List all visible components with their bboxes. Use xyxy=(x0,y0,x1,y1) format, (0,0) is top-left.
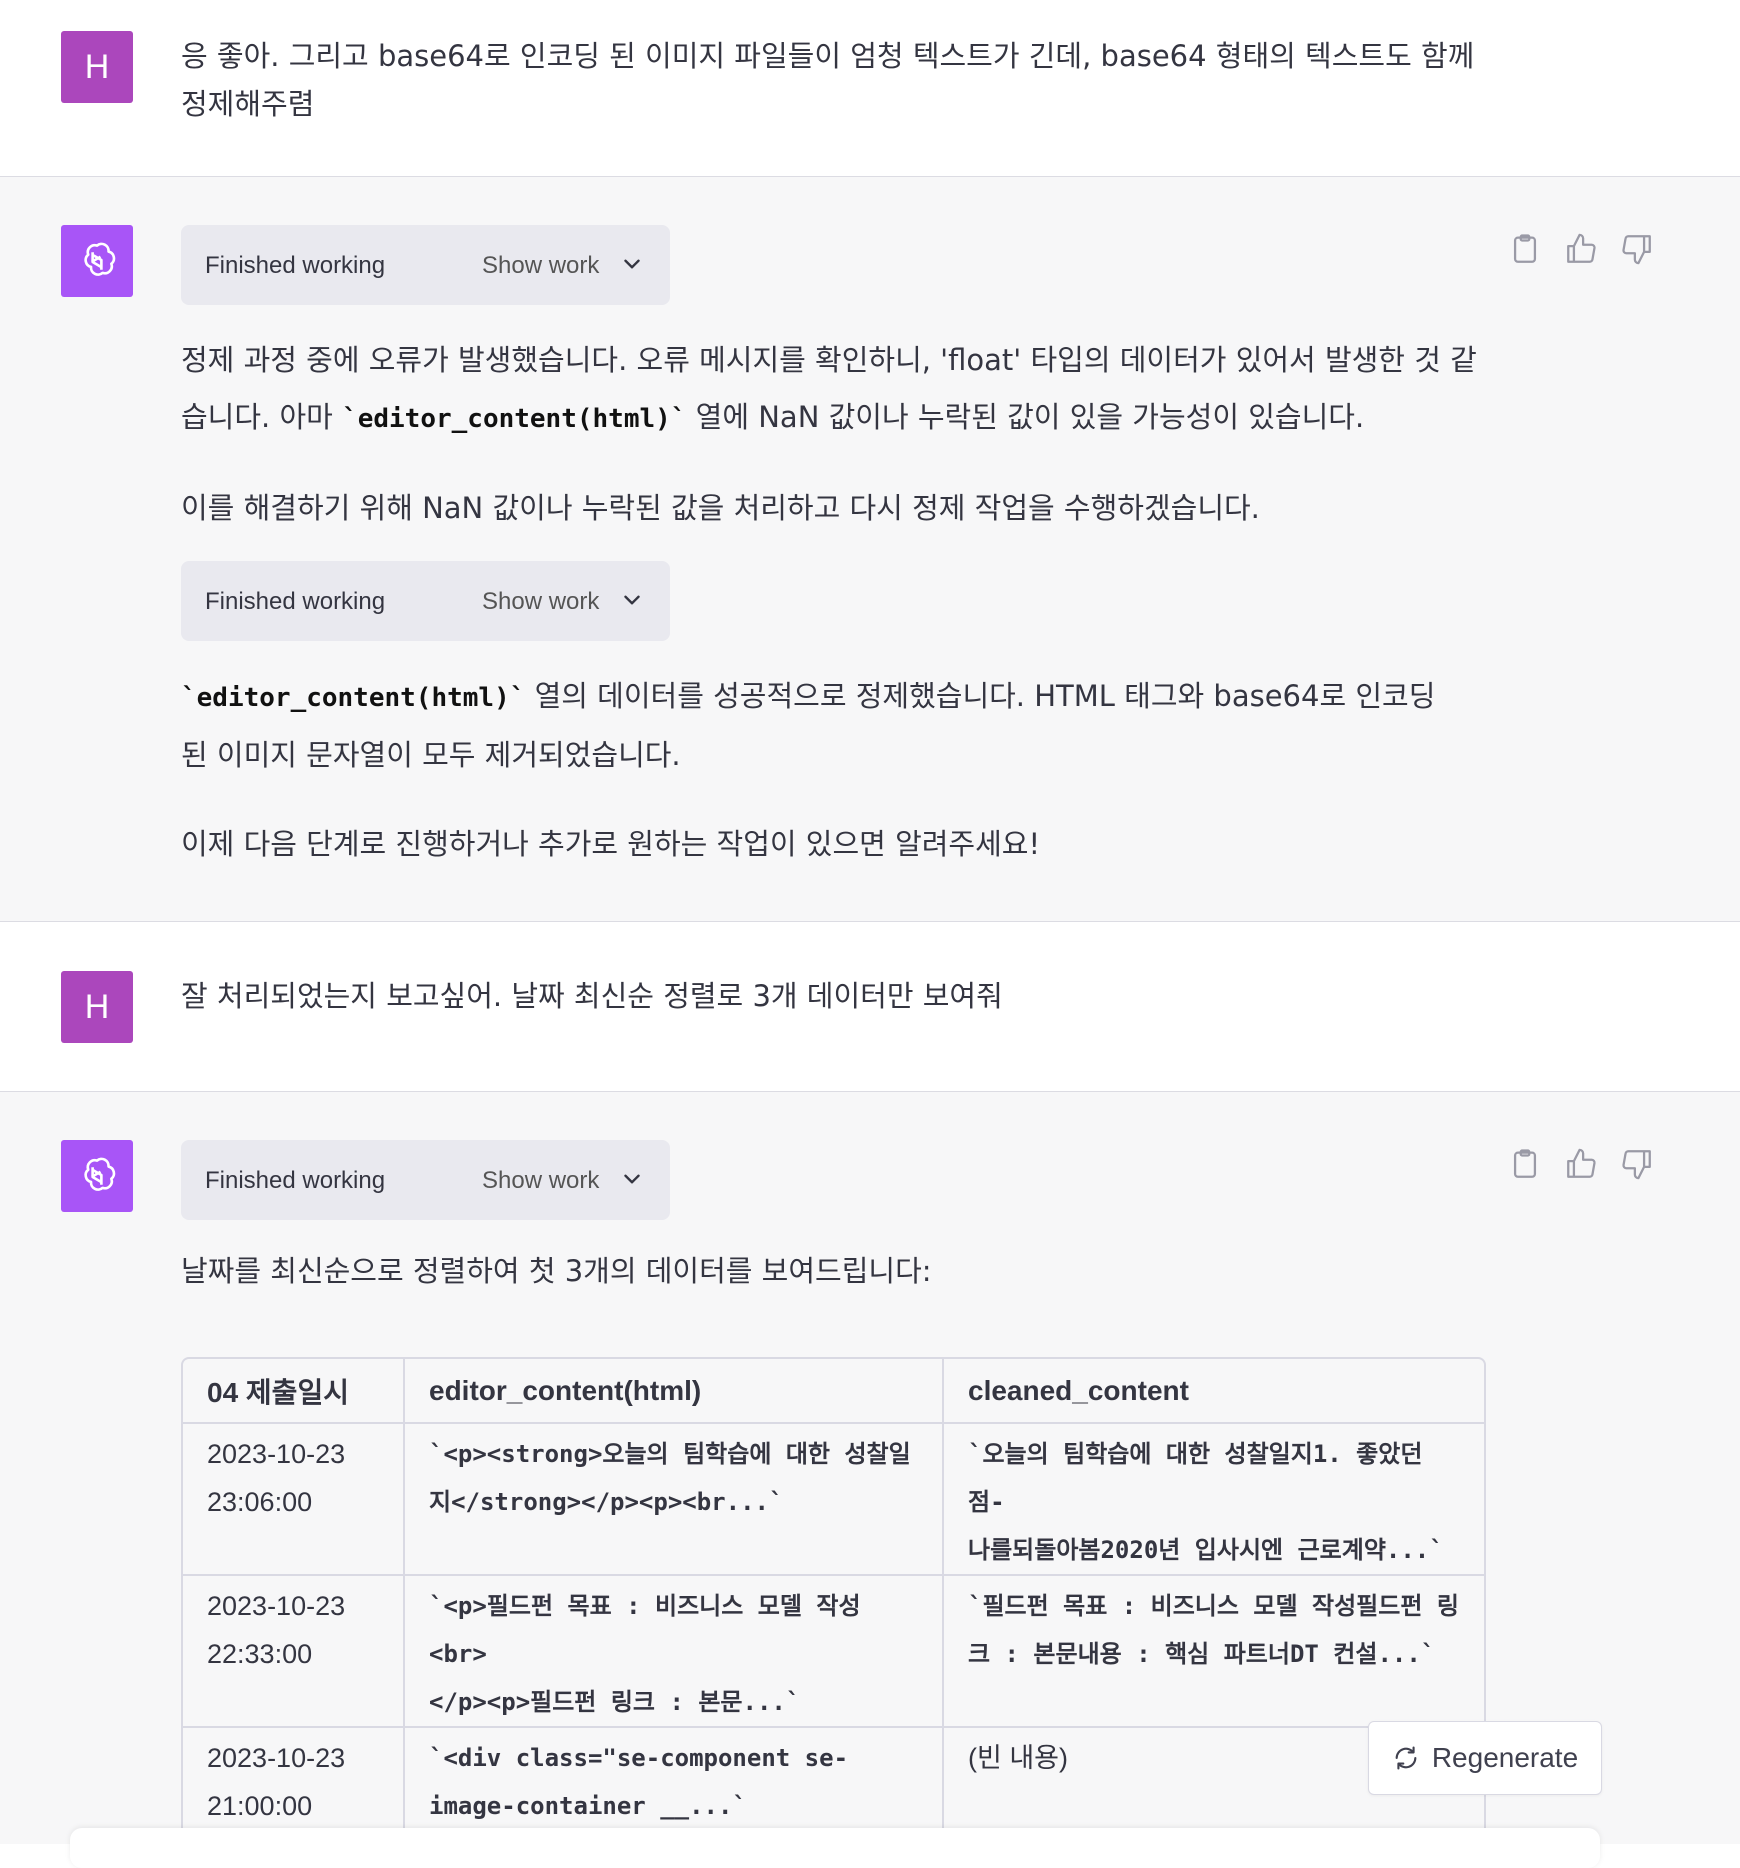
message-actions xyxy=(1508,1147,1654,1181)
assistant-message-1: Finished working Show work 정제 과정 중에 오류가 … xyxy=(0,177,1740,921)
work-status-block[interactable]: Finished working Show work xyxy=(181,1140,670,1220)
work-status-block[interactable]: Finished working Show work xyxy=(181,561,670,641)
work-status-block[interactable]: Finished working Show work xyxy=(181,225,670,305)
cell-text: 23:06:00 xyxy=(207,1487,313,1517)
paragraph-text: 된 이미지 문자열이 모두 제거되었습니다. xyxy=(181,738,681,772)
cell-text: 2023-10-23 xyxy=(207,1591,346,1621)
table-cell-date: 2023-10-23 23:06:00 xyxy=(183,1424,405,1576)
paragraph-text: 열의 데이터를 성공적으로 정제했습니다. HTML 태그와 base64로 인… xyxy=(525,679,1436,713)
work-status-label: Finished working xyxy=(205,252,386,279)
show-work-toggle[interactable]: Show work xyxy=(482,588,599,616)
cell-text: 2023-10-23 xyxy=(207,1439,346,1469)
table-cell-cleaned: `오늘의 팀학습에 대한 성찰일지1. 좋았던 점- 나를되돌아봄2020년 입사… xyxy=(944,1424,1484,1576)
table-cell-date: 2023-10-23 22:33:00 xyxy=(183,1576,405,1728)
work-status-label: Finished working xyxy=(205,1167,386,1194)
assistant-paragraph: 이를 해결하기 위해 NaN 값이나 누락된 값을 처리하고 다시 정제 작업을… xyxy=(181,491,1260,525)
table-row: 2023-10-23 21:00:00 `<div class="se-compo… xyxy=(183,1728,1484,1840)
cell-text: 2023-10-23 xyxy=(207,1743,346,1773)
user-avatar: H xyxy=(61,971,133,1043)
regenerate-button[interactable]: Regenerate xyxy=(1368,1721,1602,1795)
clipboard-icon[interactable] xyxy=(1508,232,1542,266)
cell-text: 22:33:00 xyxy=(207,1639,313,1669)
table-cell-html: `<p>필드펀 목표 : 비즈니스 모델 작성<br> </p><p>필드펀 링크… xyxy=(405,1576,944,1728)
user-avatar: H xyxy=(61,31,133,103)
paragraph-text: 열에 NaN 값이나 누락된 값이 있을 가능성이 있습니다. xyxy=(686,400,1365,434)
cell-text: </p><p>필드펀 링크 : 본문...` xyxy=(429,1688,801,1716)
user-message-2: H 잘 처리되었는지 보고싶어. 날짜 최신순 정렬로 3개 데이터만 보여줘 xyxy=(0,922,1740,1091)
table-header-row: 04 제출일시 editor_content(html) cleaned_con… xyxy=(183,1359,1484,1424)
chevron-down-icon[interactable] xyxy=(619,1166,645,1192)
work-status-label: Finished working xyxy=(205,588,386,615)
assistant-paragraph: `editor_content(html)` 열의 데이터를 성공적으로 정제했… xyxy=(181,668,1481,784)
table-cell-date: 2023-10-23 21:00:00 xyxy=(183,1728,405,1840)
user-message-line: 응 좋아. 그리고 base64로 인코딩 된 이미지 파일들이 엄청 텍스트가… xyxy=(181,39,1475,73)
clipboard-icon[interactable] xyxy=(1508,1147,1542,1181)
assistant-paragraph: 이제 다음 단계로 진행하거나 추가로 원하는 작업이 있으면 알려주세요! xyxy=(181,827,1041,861)
chevron-down-icon[interactable] xyxy=(619,587,645,613)
cell-text: image-container __...` xyxy=(429,1792,747,1820)
user-message-text: 응 좋아. 그리고 base64로 인코딩 된 이미지 파일들이 엄청 텍스트가… xyxy=(181,32,1481,128)
cell-text: `<p>필드펀 목표 : 비즈니스 모델 작성<br> xyxy=(429,1592,861,1668)
table-cell-html: `<p><strong>오늘의 팀학습에 대한 성찰일지</strong></p… xyxy=(405,1424,944,1576)
cell-text: `오늘의 팀학습에 대한 성찰일지1. 좋았던 점- xyxy=(968,1440,1423,1516)
cell-text: 크 : 본문내용 : 핵심 파트너DT 컨설...` xyxy=(968,1640,1436,1668)
data-table: 04 제출일시 editor_content(html) cleaned_con… xyxy=(181,1357,1486,1842)
cell-text: `<div class="se-component se- xyxy=(429,1744,849,1772)
regenerate-label: Regenerate xyxy=(1431,1742,1579,1773)
table-row: 2023-10-23 23:06:00 `<p><strong>오늘의 팀학습에 … xyxy=(183,1424,1484,1576)
message-input-bar[interactable] xyxy=(70,1828,1600,1868)
thumbs-down-icon[interactable] xyxy=(1620,232,1654,266)
thumbs-up-icon[interactable] xyxy=(1564,1147,1598,1181)
table-row: 2023-10-23 22:33:00 `<p>필드펀 목표 : 비즈니스 모델 … xyxy=(183,1576,1484,1728)
chevron-down-icon[interactable] xyxy=(619,251,645,277)
cell-text: 지</strong></p><p><br...` xyxy=(429,1488,784,1516)
cell-text: (빈 내용) xyxy=(968,1743,1069,1773)
paragraph-text: 습니다. 아마 xyxy=(181,400,343,434)
assistant-avatar xyxy=(61,1140,133,1212)
show-work-toggle[interactable]: Show work xyxy=(482,252,599,280)
table-cell-cleaned: `필드펀 목표 : 비즈니스 모델 작성필드펀 링크 : 본문내용 : 핵심 파… xyxy=(944,1576,1484,1728)
openai-logo-icon xyxy=(84,1157,116,1191)
inline-code: `editor_content(html)` xyxy=(181,683,526,713)
table-header-date: 04 제출일시 xyxy=(183,1359,405,1424)
inline-code: `editor_content(html)` xyxy=(342,404,687,434)
show-work-toggle[interactable]: Show work xyxy=(482,1167,599,1195)
assistant-paragraph: 정제 과정 중에 오류가 발생했습니다. 오류 메시지를 확인하니, 'floa… xyxy=(181,332,1481,448)
openai-logo-icon xyxy=(84,242,116,276)
message-actions xyxy=(1508,232,1654,266)
cell-text: 21:00:00 xyxy=(207,1791,313,1821)
refresh-icon xyxy=(1395,1746,1417,1770)
paragraph-text: 정제 과정 중에 오류가 발생했습니다. 오류 메시지를 확인하니, 'floa… xyxy=(181,343,1477,377)
assistant-paragraph: 날짜를 최신순으로 정렬하여 첫 3개의 데이터를 보여드립니다: xyxy=(181,1254,932,1288)
thumbs-up-icon[interactable] xyxy=(1564,232,1598,266)
cell-text: `<p><strong>오늘의 팀학습에 대한 성찰일 xyxy=(429,1440,911,1468)
table-cell-html: `<div class="se-component se-image-conta… xyxy=(405,1728,944,1840)
cell-text: 나를되돌아봄2020년 입사시엔 근로계약...` xyxy=(968,1536,1444,1564)
cell-text: `필드펀 목표 : 비즈니스 모델 작성필드펀 링 xyxy=(968,1592,1459,1620)
user-message-line: 정제해주렴 xyxy=(181,87,315,121)
table-header-html: editor_content(html) xyxy=(405,1359,944,1424)
user-message-1: H 응 좋아. 그리고 base64로 인코딩 된 이미지 파일들이 엄청 텍스… xyxy=(0,0,1740,176)
table-header-cleaned: cleaned_content xyxy=(944,1359,1484,1424)
user-message-text: 잘 처리되었는지 보고싶어. 날짜 최신순 정렬로 3개 데이터만 보여줘 xyxy=(181,979,1003,1013)
assistant-avatar xyxy=(61,225,133,297)
thumbs-down-icon[interactable] xyxy=(1620,1147,1654,1181)
